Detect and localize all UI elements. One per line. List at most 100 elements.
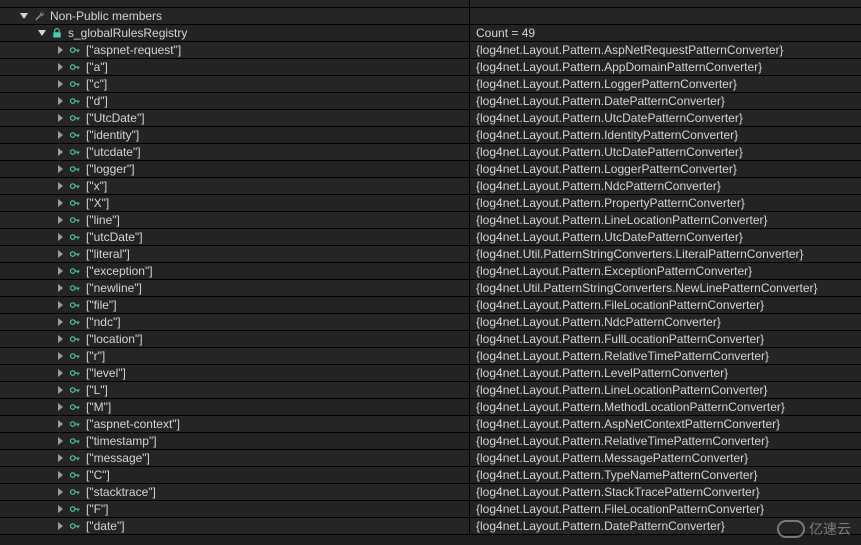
tree-row-entry[interactable]: ["aspnet-context"]{log4net.Layout.Patter… <box>0 416 861 433</box>
expander-closed-icon[interactable] <box>54 146 66 158</box>
tree-row-entry[interactable]: ["utcdate"]{log4net.Layout.Pattern.UtcDa… <box>0 144 861 161</box>
entry-key: ["date"] <box>86 518 125 534</box>
tree-row-entry[interactable]: ["F"]{log4net.Layout.Pattern.FileLocatio… <box>0 501 861 518</box>
expander-closed-icon[interactable] <box>54 418 66 430</box>
key-item-icon <box>68 332 82 346</box>
registry-label: s_globalRulesRegistry <box>68 25 187 41</box>
expander-open-icon[interactable] <box>36 27 48 39</box>
key-item-icon <box>68 485 82 499</box>
entry-key: ["aspnet-request"] <box>86 42 181 58</box>
tree-row-entry[interactable]: ["line"]{log4net.Layout.Pattern.LineLoca… <box>0 212 861 229</box>
key-item-icon <box>68 94 82 108</box>
entry-key: ["utcDate"] <box>86 229 143 245</box>
tree-row-entry[interactable]: ["a"]{log4net.Layout.Pattern.AppDomainPa… <box>0 59 861 76</box>
registry-count: Count = 49 <box>470 25 861 41</box>
entry-value: {log4net.Layout.Pattern.RelativeTimePatt… <box>470 348 861 364</box>
expander-closed-icon[interactable] <box>54 299 66 311</box>
expander-closed-icon[interactable] <box>54 112 66 124</box>
tree-row-entry[interactable]: ["M"]{log4net.Layout.Pattern.MethodLocat… <box>0 399 861 416</box>
tree-row-entry[interactable]: ["logger"]{log4net.Layout.Pattern.Logger… <box>0 161 861 178</box>
expander-closed-icon[interactable] <box>54 61 66 73</box>
tree-row-entry[interactable]: ["utcDate"]{log4net.Layout.Pattern.UtcDa… <box>0 229 861 246</box>
expander-closed-icon[interactable] <box>54 503 66 515</box>
expander-closed-icon[interactable] <box>54 384 66 396</box>
tree-row-non-public-members[interactable]: Non-Public members <box>0 8 861 25</box>
entry-key: ["C"] <box>86 467 110 483</box>
tree-row-entry[interactable]: ["literal"] {log4net.Util.PatternStringCo… <box>0 246 861 263</box>
entry-key: ["line"] <box>86 212 120 228</box>
entry-key: ["utcdate"] <box>86 144 141 160</box>
expander-closed-icon[interactable] <box>54 163 66 175</box>
tree-row-entry[interactable]: ["exception"] {log4net.Layout.Pattern.Exc… <box>0 263 861 280</box>
tree-row-entry[interactable]: ["date"] {log4net.Layout.Pattern.DatePatt… <box>0 518 861 535</box>
tree-row-entry[interactable]: ["identity"]{log4net.Layout.Pattern.Iden… <box>0 127 861 144</box>
tree-row-entry[interactable]: ["c"] {log4net.Layout.Pattern.LoggerPatte… <box>0 76 861 93</box>
entry-value: {log4net.Layout.Pattern.LevelPatternConv… <box>470 365 861 381</box>
expander-closed-icon[interactable] <box>54 350 66 362</box>
expander-closed-icon[interactable] <box>54 248 66 260</box>
entry-value: {log4net.Layout.Pattern.MessagePatternCo… <box>470 450 861 466</box>
tree-row-entry[interactable]: ["r"]{log4net.Layout.Pattern.RelativeTim… <box>0 348 861 365</box>
tree-row-entry[interactable]: ["level"]{log4net.Layout.Pattern.LevelPa… <box>0 365 861 382</box>
entry-key: ["exception"] <box>86 263 153 279</box>
expander-closed-icon[interactable] <box>54 401 66 413</box>
expander-closed-icon[interactable] <box>54 95 66 107</box>
tree-row-entry[interactable]: ["location"]{log4net.Layout.Pattern.Full… <box>0 331 861 348</box>
entry-value: {log4net.Layout.Pattern.DatePatternConve… <box>470 518 861 534</box>
entry-value: {log4net.Layout.Pattern.IdentityPatternC… <box>470 127 861 143</box>
entry-value: {log4net.Layout.Pattern.RelativeTimePatt… <box>470 433 861 449</box>
tree-row-entry[interactable]: ["newline"]{log4net.Util.PatternStringCo… <box>0 280 861 297</box>
entry-value: {log4net.Util.PatternStringConverters.Ne… <box>470 280 861 296</box>
entry-value: {log4net.Layout.Pattern.FullLocationPatt… <box>470 331 861 347</box>
key-item-icon <box>68 298 82 312</box>
entry-key: ["literal"] <box>86 246 130 262</box>
expander-closed-icon[interactable] <box>54 520 66 532</box>
watch-tree-grid[interactable]: Non-Public members s_globalRulesRegistry… <box>0 0 861 545</box>
expander-closed-icon[interactable] <box>54 435 66 447</box>
entry-key: ["file"] <box>86 297 117 313</box>
tree-row-entry[interactable]: ["d"]{log4net.Layout.Pattern.DatePattern… <box>0 93 861 110</box>
expander-closed-icon[interactable] <box>54 282 66 294</box>
expander-closed-icon[interactable] <box>54 486 66 498</box>
key-item-icon <box>68 434 82 448</box>
tree-row-entry[interactable]: ["message"]{log4net.Layout.Pattern.Messa… <box>0 450 861 467</box>
expander-closed-icon[interactable] <box>54 333 66 345</box>
key-item-icon <box>68 247 82 261</box>
expander-closed-icon[interactable] <box>54 469 66 481</box>
expander-closed-icon[interactable] <box>54 197 66 209</box>
key-item-icon <box>68 179 82 193</box>
key-item-icon <box>68 383 82 397</box>
key-item-icon <box>68 315 82 329</box>
expander-closed-icon[interactable] <box>54 231 66 243</box>
expander-closed-icon[interactable] <box>54 180 66 192</box>
key-item-icon <box>68 196 82 210</box>
expander-closed-icon[interactable] <box>54 367 66 379</box>
expander-closed-icon[interactable] <box>54 129 66 141</box>
tree-row-entry[interactable]: ["stacktrace"]{log4net.Layout.Pattern.St… <box>0 484 861 501</box>
tree-row-registry[interactable]: s_globalRulesRegistry Count = 49 <box>0 25 861 42</box>
expander-closed-icon[interactable] <box>54 265 66 277</box>
tree-row-entry[interactable]: ["timestamp"]{log4net.Layout.Pattern.Rel… <box>0 433 861 450</box>
entry-key: ["a"] <box>86 59 108 75</box>
tree-row-entry[interactable]: ["L"]{log4net.Layout.Pattern.LineLocatio… <box>0 382 861 399</box>
tree-row-entry[interactable]: ["aspnet-request"]{log4net.Layout.Patter… <box>0 42 861 59</box>
tree-row-entry[interactable]: ["UtcDate"]{log4net.Layout.Pattern.UtcDa… <box>0 110 861 127</box>
tree-row-entry[interactable]: ["C"]{log4net.Layout.Pattern.TypeNamePat… <box>0 467 861 484</box>
entry-value: {log4net.Layout.Pattern.ExceptionPattern… <box>470 263 861 279</box>
entry-value: {log4net.Util.PatternStringConverters.Li… <box>470 246 861 262</box>
expander-closed-icon[interactable] <box>54 452 66 464</box>
tree-row-entry[interactable]: ["x"]{log4net.Layout.Pattern.NdcPatternC… <box>0 178 861 195</box>
expander-closed-icon[interactable] <box>54 214 66 226</box>
tree-row-entry[interactable]: ["file"]{log4net.Layout.Pattern.FileLoca… <box>0 297 861 314</box>
key-item-icon <box>68 264 82 278</box>
expander-closed-icon[interactable] <box>54 44 66 56</box>
entry-key: ["c"] <box>86 76 107 92</box>
expander-closed-icon[interactable] <box>54 316 66 328</box>
expander-open-icon[interactable] <box>18 10 30 22</box>
entry-value: {log4net.Layout.Pattern.LoggerPatternCon… <box>470 76 861 92</box>
entry-key: ["aspnet-context"] <box>86 416 180 432</box>
expander-closed-icon[interactable] <box>54 78 66 90</box>
entry-key: ["logger"] <box>86 161 135 177</box>
tree-row-entry[interactable]: ["ndc"]{log4net.Layout.Pattern.NdcPatter… <box>0 314 861 331</box>
tree-row-entry[interactable]: ["X"]{log4net.Layout.Pattern.PropertyPat… <box>0 195 861 212</box>
